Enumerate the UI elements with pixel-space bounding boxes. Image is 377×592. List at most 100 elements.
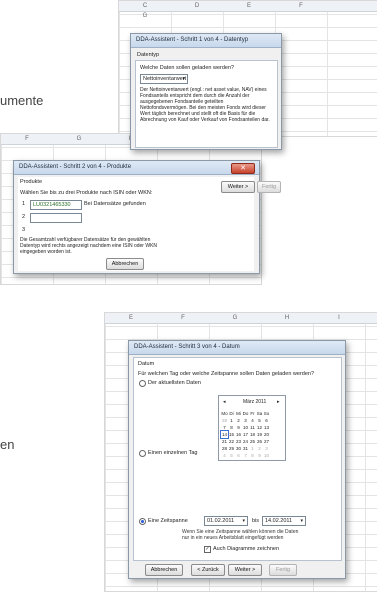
calendar-day[interactable]: 23 <box>235 438 242 445</box>
cancel-button[interactable]: Abbrechen <box>145 564 183 576</box>
calendar-prev-icon[interactable]: ◂ <box>223 399 226 405</box>
product-status-1: Bei Datensätze gefunden <box>84 201 146 207</box>
column-header: E <box>128 315 133 321</box>
option-latest-label: Der aktuellsten Daten <box>148 380 201 386</box>
calendar-day[interactable]: 10 <box>242 424 249 431</box>
datatype-select[interactable]: Nettoinventarwert ▾ <box>140 74 188 84</box>
calendar-day[interactable]: 16 <box>235 431 242 438</box>
calendar-day[interactable]: 15 <box>228 431 235 438</box>
chevron-down-icon: ▾ <box>300 518 303 524</box>
close-icon[interactable]: ✕ <box>231 163 255 174</box>
column-header: F <box>25 136 29 142</box>
column-headers: E F G H I <box>105 313 377 324</box>
range-from-date[interactable]: 01.02.2011 ▾ <box>204 516 248 526</box>
dialog-title: DDA-Assistent - Schritt 1 von 4 - Datent… <box>136 37 249 43</box>
finish-button[interactable]: Fertig <box>257 181 281 193</box>
weekday: Mo <box>221 411 228 416</box>
chevron-down-icon: ▾ <box>182 76 185 82</box>
calendar-day[interactable]: 24 <box>242 438 249 445</box>
calendar-day[interactable]: 2 <box>235 417 242 424</box>
calendar-day[interactable]: 2 <box>256 445 263 452</box>
chart-checkbox-label: Auch Diagramme zeichnen <box>213 546 280 552</box>
calendar-day[interactable]: 9 <box>256 452 263 459</box>
calendar-month: März 2011 <box>243 399 267 405</box>
section-heading: Datum <box>138 361 155 367</box>
weekday: Di <box>229 411 234 416</box>
calendar-day[interactable]: 13 <box>263 424 270 431</box>
column-header: I <box>338 315 340 321</box>
calendar-day[interactable]: 4 <box>249 417 256 424</box>
chevron-down-icon: ▾ <box>242 518 245 524</box>
calendar-weekdays: Mo Di Mi Do Fr Sa So <box>221 410 270 417</box>
calendar-day[interactable]: 28 <box>221 417 228 424</box>
weekday: Fr <box>250 411 255 416</box>
calendar-day[interactable]: 12 <box>256 424 263 431</box>
cancel-button[interactable]: Abbrechen <box>106 258 144 270</box>
products-note: Die Gesamtzahl verfügbarer Datensätze fü… <box>20 237 158 255</box>
calendar-day[interactable]: 1 <box>228 417 235 424</box>
range-hint: Wenn Sie eine Zeitspanne wählen können d… <box>182 529 299 541</box>
product-row-number: 1 <box>22 201 26 207</box>
column-header: H <box>284 315 290 321</box>
calendar-day-today[interactable]: 14 <box>220 430 229 439</box>
calendar-day[interactable]: 26 <box>256 438 263 445</box>
section-heading: Produkte <box>20 179 43 185</box>
calendar-day[interactable]: 21 <box>221 438 228 445</box>
calendar-day[interactable]: 7 <box>242 452 249 459</box>
dialog-content-panel: Welche Daten sollen geladen werden? Nett… <box>135 60 278 148</box>
calendar-day[interactable]: 28 <box>221 445 228 452</box>
calendar-day[interactable]: 5 <box>228 452 235 459</box>
calendar-day[interactable]: 1 <box>249 445 256 452</box>
dialog-titlebar: DDA-Assistent - Schritt 3 von 4 - Datum <box>129 341 345 355</box>
product-isin-input-1[interactable]: LU0321465330 <box>30 200 82 210</box>
column-header: G <box>76 136 82 142</box>
calendar-day[interactable]: 18 <box>249 431 256 438</box>
calendar-day[interactable]: 19 <box>256 431 263 438</box>
calendar-grid: Mo Di Mi Do Fr Sa So 28 1 2 3 4 5 6 7 8 9 10 11 12 13 14 15… <box>220 410 270 459</box>
chart-checkbox[interactable]: ✓ <box>204 546 211 553</box>
calendar-day[interactable]: 5 <box>256 417 263 424</box>
range-to-date[interactable]: 14.02.2011 ▾ <box>262 516 306 526</box>
calendar-day[interactable]: 3 <box>263 445 270 452</box>
next-button[interactable]: Weiter > <box>221 181 255 193</box>
calendar-day[interactable]: 8 <box>228 424 235 431</box>
calendar-day[interactable]: 8 <box>249 452 256 459</box>
date-question: Für welchen Tag oder welche Zeitspanne s… <box>138 371 315 377</box>
calendar-day[interactable]: 3 <box>242 417 249 424</box>
calendar-day[interactable]: 9 <box>235 424 242 431</box>
calendar-day[interactable]: 31 <box>242 445 249 452</box>
calendar-day[interactable]: 11 <box>249 424 256 431</box>
column-header: F <box>181 315 185 321</box>
next-button[interactable]: Weiter > <box>228 564 262 576</box>
calendar-day[interactable]: 6 <box>235 452 242 459</box>
calendar-week: 4 5 6 7 8 9 10 <box>221 452 270 459</box>
calendar-day[interactable]: 10 <box>263 452 270 459</box>
calendar-day[interactable]: 4 <box>221 452 228 459</box>
range-from-value: 01.02.2011 <box>207 518 235 524</box>
calendar-day[interactable]: 7 <box>221 424 228 431</box>
calendar-day[interactable]: 27 <box>263 438 270 445</box>
dialog-title: DDA-Assistent - Schritt 3 von 4 - Datum <box>134 344 240 350</box>
calendar-day[interactable]: 20 <box>263 431 270 438</box>
calendar-day[interactable]: 17 <box>242 431 249 438</box>
product-isin-input-2[interactable] <box>30 213 82 223</box>
calendar[interactable]: ◂ März 2011 ▸ Mo Di Mi Do Fr Sa So 28 1 2 3 4 5 6 78… <box>218 395 286 461</box>
calendar-day[interactable]: 25 <box>249 438 256 445</box>
calendar-day[interactable]: 22 <box>228 438 235 445</box>
radio-single-day[interactable] <box>139 450 146 457</box>
radio-latest[interactable] <box>139 380 146 387</box>
column-header: G <box>232 315 238 321</box>
calendar-week: 14 15 16 17 18 19 20 <box>220 430 270 439</box>
radio-range[interactable] <box>139 518 146 525</box>
calendar-day[interactable]: 6 <box>263 417 270 424</box>
weekday: Mi <box>236 411 241 416</box>
product-row-number: 3 <box>22 227 26 233</box>
weekday: Sa <box>256 411 263 416</box>
finish-button[interactable]: Fertig <box>269 564 297 576</box>
calendar-week: 21 22 23 24 25 26 27 <box>221 438 270 445</box>
calendar-day[interactable]: 29 <box>228 445 235 452</box>
calendar-next-icon[interactable]: ▸ <box>277 399 280 405</box>
column-header: G <box>142 13 148 19</box>
back-button[interactable]: < Zurück <box>191 564 225 576</box>
calendar-day[interactable]: 30 <box>235 445 242 452</box>
